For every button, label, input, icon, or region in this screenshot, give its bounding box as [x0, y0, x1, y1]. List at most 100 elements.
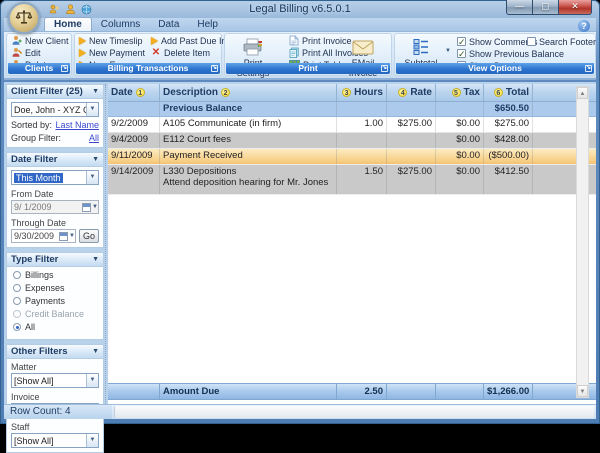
amount-due-label: Amount Due [160, 384, 337, 399]
scroll-down-icon[interactable]: ▼ [577, 385, 588, 397]
subtotal-dropdown-arrow-icon[interactable]: ▼ [445, 48, 451, 54]
column-header-date[interactable]: Date1 [108, 84, 160, 101]
through-date-field[interactable]: 9/30/2009 ▼ [11, 229, 76, 243]
billing-grid: Date1 Description2 3Hours 4Rate 5Tax 6To… [108, 84, 596, 404]
date-filter-header[interactable]: Date Filter ▼ [7, 153, 103, 167]
documents-stack-icon [289, 47, 299, 58]
client-filter-title: Client Filter (25) [11, 86, 83, 97]
horizontal-scrollbar[interactable] [114, 406, 594, 418]
tab-help[interactable]: Help [188, 18, 227, 31]
table-row[interactable]: 9/14/2009 L330 Depositions Attend deposi… [108, 165, 596, 195]
minimize-button[interactable]: — [506, 0, 532, 15]
yellow-arrow-icon [151, 37, 158, 45]
help-icon[interactable]: ? [578, 20, 590, 32]
previous-balance-label: Previous Balance [160, 102, 337, 116]
tab-data[interactable]: Data [149, 18, 188, 31]
sorted-by-link[interactable]: Last Name [55, 120, 99, 130]
radio-icon [13, 284, 21, 292]
radio-icon [13, 271, 21, 279]
row-description-comment: Attend deposition hearing for Mr. Jones [163, 177, 333, 188]
column-header-hours[interactable]: 3Hours [337, 84, 387, 101]
group-filter-link[interactable]: All [89, 133, 99, 143]
ribbon: New Client Edit Delete Clients ↘ New Tim… [4, 32, 596, 80]
subtotal-outline-icon [399, 36, 443, 58]
dialog-launcher-icon[interactable]: ↘ [585, 65, 592, 72]
close-button[interactable]: ✕ [558, 0, 592, 15]
go-button[interactable]: Go [79, 229, 99, 243]
row-count-label: Row Count: 4 [4, 405, 112, 419]
radio-payments[interactable]: Payments [13, 296, 99, 306]
column-badge: 4 [398, 88, 407, 97]
new-timeslip-button[interactable]: New Timeslip [79, 35, 145, 46]
person-icon[interactable] [64, 3, 76, 15]
radio-credit-balance: Credit Balance [13, 309, 99, 319]
clients-group-caption: Clients ↘ [8, 63, 70, 74]
from-date-field[interactable]: 9/ 1/2009 ▼ [11, 200, 99, 214]
type-filter-title: Type Filter [11, 254, 58, 265]
column-header-total[interactable]: 6Total [484, 84, 533, 101]
column-badge: 3 [342, 88, 351, 97]
app-window: Legal Billing v6.5.0.1 — ▢ ✕ Home Column… [0, 0, 600, 424]
radio-all[interactable]: All [13, 322, 99, 332]
type-filter-header[interactable]: Type Filter ▼ [7, 253, 103, 267]
chevron-down-icon: ▼ [92, 348, 99, 355]
all-label: All [25, 322, 35, 332]
radio-billings[interactable]: Billings [13, 270, 99, 280]
dialog-launcher-icon[interactable]: ↘ [211, 65, 218, 72]
staff-select-value: [Show All] [12, 436, 86, 446]
column-badge: 6 [494, 88, 503, 97]
tab-columns[interactable]: Columns [92, 18, 149, 31]
amount-due-hours: 2.50 [337, 384, 387, 399]
previous-balance-row[interactable]: Previous Balance $650.50 [108, 102, 596, 117]
checkbox-unchecked-icon [527, 37, 536, 46]
status-bar: Row Count: 4 [4, 404, 596, 419]
chevron-down-icon: ▼ [92, 256, 99, 263]
matter-select-value: [Show All] [12, 376, 86, 386]
scroll-up-icon[interactable]: ▲ [577, 87, 588, 99]
envelope-icon [337, 36, 389, 58]
client-select[interactable]: Doe, John - XYZ Corporation ▼ [11, 102, 99, 117]
type-filter-panel: Type Filter ▼ Billings Expenses Payments [6, 252, 104, 340]
view-options-group-caption: View Options ↘ [396, 63, 594, 74]
new-payment-button[interactable]: New Payment [79, 47, 145, 58]
client-filter-header[interactable]: Client Filter (25) ▼ [7, 85, 103, 99]
window-controls: — ▢ ✕ [506, 0, 592, 15]
expenses-label: Expenses [25, 283, 65, 293]
people-icon[interactable] [48, 3, 60, 15]
globe-icon[interactable] [80, 3, 92, 15]
through-date-value: 9/30/2009 [12, 231, 59, 241]
column-header-description[interactable]: Description2 [160, 84, 337, 101]
edit-client-button[interactable]: Edit [11, 47, 71, 58]
table-row[interactable]: 9/4/2009 E112 Court fees $0.00 $428.00 [108, 133, 596, 149]
column-header-rate[interactable]: 4Rate [387, 84, 436, 101]
app-menu-button[interactable] [8, 2, 40, 34]
dialog-launcher-icon[interactable]: ↘ [381, 65, 388, 72]
new-client-button[interactable]: New Client [11, 35, 71, 46]
date-range-value: This Month [14, 173, 63, 183]
tab-home[interactable]: Home [44, 17, 92, 31]
staff-select[interactable]: [Show All] ▼ [11, 433, 99, 448]
show-previous-balance-checkbox[interactable]: ✓ Show Previous Balance [457, 48, 564, 59]
matter-select[interactable]: [Show All] ▼ [11, 373, 99, 388]
print-group-caption: Print ↘ [226, 63, 390, 74]
date-range-select[interactable]: This Month ▼ [11, 170, 99, 185]
vertical-scrollbar[interactable]: ▲ ▼ [576, 86, 589, 398]
column-badge: 1 [136, 88, 145, 97]
from-date-label: From Date [11, 189, 99, 199]
checkbox-checked-icon: ✓ [457, 37, 466, 46]
quick-access-toolbar [48, 3, 92, 15]
new-timeslip-label: New Timeslip [89, 36, 143, 46]
maximize-button[interactable]: ▢ [532, 0, 558, 15]
new-payment-label: New Payment [89, 48, 145, 58]
group-filter-label: Group Filter: [11, 133, 61, 143]
column-header-tax[interactable]: 5Tax [436, 84, 484, 101]
search-footer-checkbox[interactable]: Search Footer [527, 36, 596, 47]
table-row[interactable]: 9/2/2009 A105 Communicate (in firm) 1.00… [108, 117, 596, 133]
dialog-launcher-icon[interactable]: ↘ [61, 65, 68, 72]
radio-expenses[interactable]: Expenses [13, 283, 99, 293]
payment-row[interactable]: 9/11/2009 Payment Received $0.00 ($500.0… [108, 149, 596, 165]
date-filter-panel: Date Filter ▼ This Month ▼ From Date 9/ … [6, 152, 104, 248]
other-filters-header[interactable]: Other Filters ▼ [7, 345, 103, 359]
document-icon [289, 35, 299, 46]
calendar-icon [82, 203, 91, 212]
